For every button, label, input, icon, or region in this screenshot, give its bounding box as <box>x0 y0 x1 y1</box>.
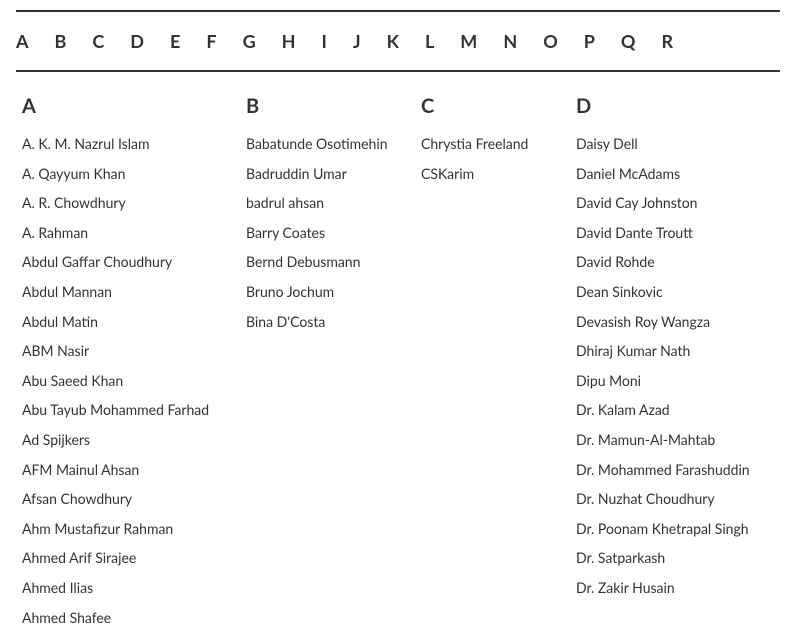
author-link[interactable]: Barry Coates <box>246 223 403 243</box>
section-header-C: C <box>421 94 558 118</box>
section-header-A: A <box>22 94 228 118</box>
alpha-letter-K[interactable]: K <box>387 30 399 52</box>
author-link[interactable]: Bruno Jochum <box>246 282 403 302</box>
author-link[interactable]: David Rohde <box>576 252 763 272</box>
alpha-letter-C[interactable]: C <box>92 30 104 52</box>
author-link[interactable]: Daisy Dell <box>576 134 763 154</box>
alpha-letter-G[interactable]: G <box>243 30 256 52</box>
alpha-letter-Q[interactable]: Q <box>621 30 636 52</box>
alpha-letter-R[interactable]: R <box>661 30 673 52</box>
alpha-letter-A[interactable]: A <box>16 30 29 52</box>
author-link[interactable]: Bina D'Costa <box>246 312 403 332</box>
section-header-B: B <box>246 94 403 118</box>
alpha-letter-B[interactable]: B <box>55 30 67 52</box>
author-link[interactable]: Dr. Poonam Khetrapal Singh <box>576 519 763 539</box>
alpha-letter-H[interactable]: H <box>282 30 296 52</box>
author-link[interactable]: Devasish Roy Wangza <box>576 312 763 332</box>
author-link[interactable]: Dr. Mohammed Farashuddin <box>576 460 763 480</box>
author-list-C: Chrystia Freeland CSKarim <box>421 134 558 183</box>
author-link[interactable]: Badruddin Umar <box>246 164 403 184</box>
alpha-letter-M[interactable]: M <box>460 30 477 52</box>
alpha-letter-I[interactable]: I <box>322 30 327 52</box>
author-section-B: B Babatunde Osotimehin Badruddin Umar badr… <box>246 94 421 627</box>
alpha-letter-J[interactable]: J <box>353 30 361 52</box>
author-section-D: D Daisy Dell Daniel McAdams David Cay John… <box>576 94 780 627</box>
author-link[interactable]: Babatunde Osotimehin <box>246 134 403 154</box>
author-list-A: A. K. M. Nazrul Islam A. Qayyum Khan A. R.… <box>22 134 228 627</box>
author-link[interactable]: Dr. Nuzhat Choudhury <box>576 489 763 509</box>
author-link[interactable]: Dr. Mamun-Al-Mahtab <box>576 430 763 450</box>
author-columns: A A. K. M. Nazrul IslamA. Qayyum KhanA. … <box>16 94 780 627</box>
author-link[interactable]: Abdul Mannan <box>22 282 228 302</box>
author-link[interactable]: Afsan Chowdhury <box>22 489 228 509</box>
author-link[interactable]: Dipu Moni <box>576 371 763 391</box>
author-link[interactable]: Daniel McAdams <box>576 164 763 184</box>
section-header-D: D <box>576 94 763 118</box>
author-link[interactable]: Ahmed Arif Sirajee <box>22 548 228 568</box>
author-link[interactable]: A. K. M. Nazrul Islam <box>22 134 228 154</box>
author-list-B: Babatunde Osotimehin Badruddin Umar badrul… <box>246 134 403 331</box>
author-link[interactable]: Abu Tayub Mohammed Farhad <box>22 400 228 420</box>
author-link[interactable]: Dr. Kalam Azad <box>576 400 763 420</box>
author-link[interactable]: David Cay Johnston <box>576 193 763 213</box>
author-link[interactable]: Ahm Mustafizur Rahman <box>22 519 228 539</box>
author-link[interactable]: AFM Mainul Ahsan <box>22 460 228 480</box>
alpha-letter-N[interactable]: N <box>503 30 517 52</box>
author-link[interactable]: Abdul Gaffar Choudhury <box>22 252 228 272</box>
alpha-letter-F[interactable]: F <box>206 30 216 52</box>
author-link[interactable]: Chrystia Freeland <box>421 134 558 154</box>
alphabet-index: A B C D E F G H I J K L M N O P Q R <box>16 10 780 72</box>
alpha-letter-D[interactable]: D <box>130 30 144 52</box>
alpha-letter-P[interactable]: P <box>584 30 595 52</box>
author-link[interactable]: Ahmed Shafee <box>22 608 228 627</box>
alpha-letter-L[interactable]: L <box>425 30 434 52</box>
author-section-C: C Chrystia Freeland CSKarim <box>421 94 576 627</box>
author-link[interactable]: Dr. Zakir Husain <box>576 578 763 598</box>
author-link[interactable]: David Dante Troutt <box>576 223 763 243</box>
author-link[interactable]: Bernd Debusmann <box>246 252 403 272</box>
author-link[interactable]: A. Rahman <box>22 223 228 243</box>
author-link[interactable]: ABM Nasir <box>22 341 228 361</box>
author-link[interactable]: Ad Spijkers <box>22 430 228 450</box>
author-link[interactable]: Dean Sinkovic <box>576 282 763 302</box>
author-link[interactable]: A. Qayyum Khan <box>22 164 228 184</box>
author-link[interactable]: Abdul Matin <box>22 312 228 332</box>
author-link[interactable]: CSKarim <box>421 164 558 184</box>
alpha-letter-E[interactable]: E <box>170 30 180 52</box>
author-section-A: A A. K. M. Nazrul IslamA. Qayyum KhanA. … <box>16 94 246 627</box>
author-link[interactable]: Dhiraj Kumar Nath <box>576 341 763 361</box>
author-link[interactable]: Ahmed Ilias <box>22 578 228 598</box>
author-list-D: Daisy Dell Daniel McAdams David Cay Johnst… <box>576 134 763 598</box>
author-link[interactable]: badrul ahsan <box>246 193 403 213</box>
alpha-letter-O[interactable]: O <box>543 30 558 52</box>
author-link[interactable]: A. R. Chowdhury <box>22 193 228 213</box>
author-link[interactable]: Dr. Satparkash <box>576 548 763 568</box>
author-link[interactable]: Abu Saeed Khan <box>22 371 228 391</box>
